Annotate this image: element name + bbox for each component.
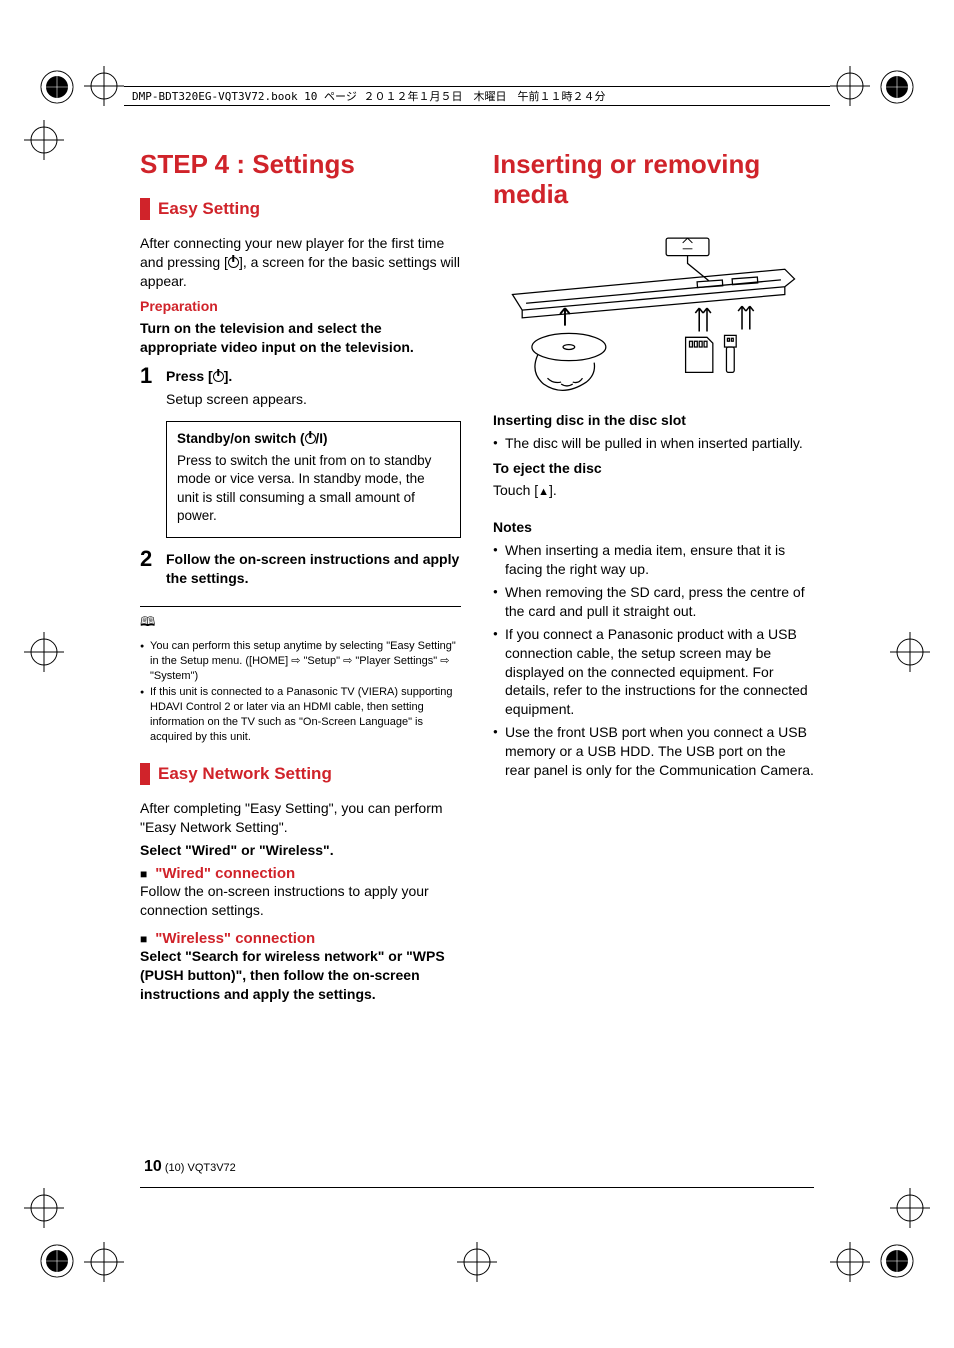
step-number: 2 [140, 548, 156, 592]
crosshair-icon [890, 1188, 930, 1228]
section-easy-setting: Easy Setting [140, 198, 461, 220]
network-intro: After completing "Easy Setting", you can… [140, 799, 461, 837]
box-title: Standby/on switch (/I) [177, 430, 450, 448]
notes-list: When inserting a media item, ensure that… [493, 541, 814, 780]
accent-bar-icon [140, 763, 150, 785]
register-mark-icon [872, 62, 922, 112]
heading-media: Inserting or removing media [493, 150, 814, 210]
notes-title: Notes [493, 518, 814, 537]
crosshair-icon [457, 1242, 497, 1282]
crosshair-icon [24, 632, 64, 672]
section-title-text: Easy Setting [158, 199, 260, 219]
network-select: Select "Wired" or "Wireless". [140, 841, 461, 860]
step-number: 1 [140, 365, 156, 413]
wireless-subheading: ■ "Wireless" connection [140, 930, 461, 947]
standby-info-box: Standby/on switch (/I) Press to switch t… [166, 421, 461, 538]
square-bullet-icon: ■ [140, 867, 147, 881]
small-note: If this unit is connected to a Panasonic… [140, 685, 461, 744]
square-bullet-icon: ■ [140, 932, 147, 946]
step-2: 2 Follow the on-screen instructions and … [140, 548, 461, 592]
step1-instruction: Press []. [166, 367, 461, 386]
page-number: 10 [144, 1158, 162, 1175]
book-icon: 🕮 [140, 614, 155, 629]
source-file-header: DMP-BDT320EG-VQT3V72.book 10 ページ ２０１２年１月… [124, 86, 830, 106]
intro-paragraph: After connecting your new player for the… [140, 234, 461, 291]
small-notes-list: You can perform this setup anytime by se… [140, 639, 461, 745]
crosshair-icon [890, 632, 930, 672]
crosshair-icon [84, 1242, 124, 1282]
note-item: When inserting a media item, ensure that… [493, 541, 814, 579]
preparation-text: Turn on the television and select the ap… [140, 319, 461, 357]
register-mark-icon [32, 62, 82, 112]
footer-sub: (10) VQT3V72 [165, 1162, 236, 1174]
step1-sub: Setup screen appears. [166, 390, 461, 409]
crosshair-icon [24, 120, 64, 160]
wired-body: Follow the on-screen instructions to app… [140, 882, 461, 920]
power-icon [228, 257, 239, 268]
section-easy-network: Easy Network Setting [140, 763, 461, 785]
crosshair-icon [84, 66, 124, 106]
step2-instruction: Follow the on-screen instructions and ap… [166, 550, 461, 588]
footer-rule [140, 1187, 814, 1188]
register-mark-icon [32, 1236, 82, 1286]
media-insertion-diagram [493, 228, 814, 398]
preparation-label: Preparation [140, 297, 461, 316]
small-note: You can perform this setup anytime by se… [140, 639, 461, 684]
wireless-body: Select "Search for wireless network" or … [140, 947, 461, 1004]
section-title-text: Easy Network Setting [158, 764, 332, 784]
note-item: If you connect a Panasonic product with … [493, 625, 814, 719]
eject-body: Touch [▲]. [493, 481, 814, 500]
page-footer: 10 (10) VQT3V72 [144, 1158, 236, 1176]
heading-step4: STEP 4 : Settings [140, 150, 461, 180]
crosshair-icon [830, 1242, 870, 1282]
note-item: Use the front USB port when you connect … [493, 723, 814, 780]
insert-disc-title: Inserting disc in the disc slot [493, 411, 814, 430]
right-column: Inserting or removing media [493, 150, 814, 1198]
crosshair-icon [24, 1188, 64, 1228]
accent-bar-icon [140, 198, 150, 220]
eject-title: To eject the disc [493, 459, 814, 478]
box-body: Press to switch the unit from on to stan… [177, 452, 450, 525]
insert-disc-bullet: The disc will be pulled in when inserted… [493, 434, 814, 453]
step-1: 1 Press []. Setup screen appears. [140, 365, 461, 413]
note-item: When removing the SD card, press the cen… [493, 583, 814, 621]
crosshair-icon [830, 66, 870, 106]
wired-title: "Wired" connection [155, 865, 295, 882]
wireless-title: "Wireless" connection [155, 930, 315, 947]
power-icon [213, 371, 224, 382]
register-mark-icon [872, 1236, 922, 1286]
eject-icon: ▲ [538, 486, 549, 498]
page-content: STEP 4 : Settings Easy Setting After con… [140, 150, 814, 1198]
wired-subheading: ■ "Wired" connection [140, 865, 461, 882]
insert-disc-list: The disc will be pulled in when inserted… [493, 434, 814, 453]
left-column: STEP 4 : Settings Easy Setting After con… [140, 150, 461, 1198]
notes-divider: 🕮 You can perform this setup anytime by … [140, 606, 461, 745]
power-icon [305, 433, 316, 444]
